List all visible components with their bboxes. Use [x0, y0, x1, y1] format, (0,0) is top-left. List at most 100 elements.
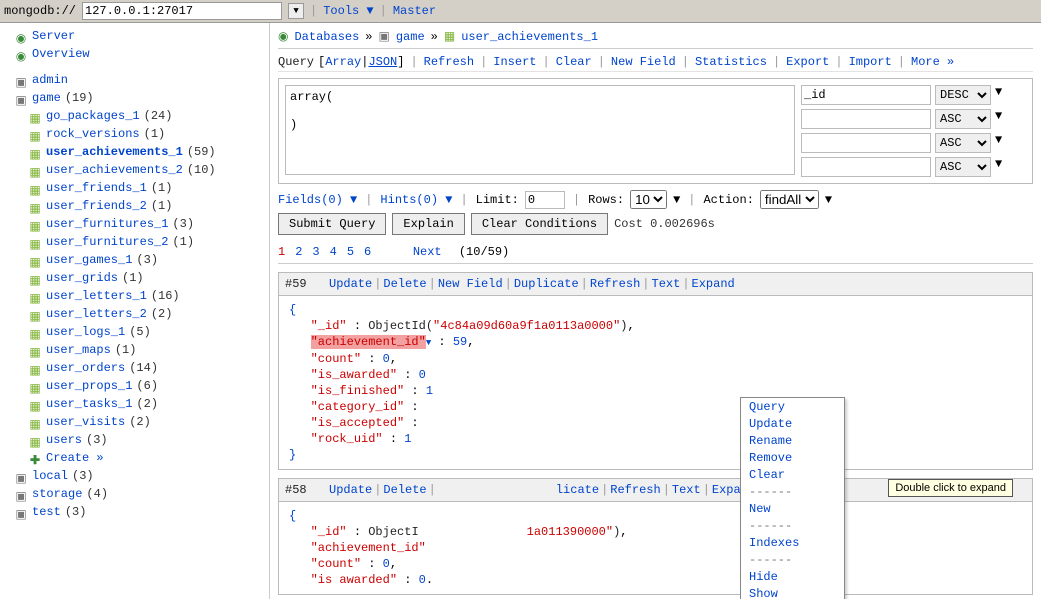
- page-link[interactable]: 6: [364, 245, 371, 259]
- tab-json[interactable]: JSON: [368, 55, 397, 69]
- db-link[interactable]: storage: [32, 485, 82, 503]
- doc-text[interactable]: Text: [672, 483, 701, 497]
- newfield-link[interactable]: New Field: [611, 55, 676, 69]
- overview-link[interactable]: Overview: [32, 45, 90, 63]
- refresh-link[interactable]: Refresh: [424, 55, 474, 69]
- db-admin[interactable]: admin: [32, 71, 68, 89]
- collection-link[interactable]: user_furnitures_1: [46, 215, 168, 233]
- document-body[interactable]: { "_id" : ObjectI1a011390000"), "achieve…: [279, 502, 1032, 594]
- collection-link[interactable]: go_packages_1: [46, 107, 140, 125]
- doc-delete[interactable]: Delete: [383, 277, 426, 291]
- sort-field-1[interactable]: [801, 109, 931, 129]
- page-link[interactable]: 2: [295, 245, 302, 259]
- insert-link[interactable]: Insert: [493, 55, 536, 69]
- collection-link[interactable]: user_games_1: [46, 251, 132, 269]
- conn-dropdown[interactable]: ▼: [288, 3, 304, 19]
- chevron-down-icon: ▼: [995, 157, 1002, 177]
- ctx-rename[interactable]: Rename: [741, 432, 844, 449]
- db-icon: ▣: [14, 74, 28, 86]
- chevron-down-icon: ▼: [995, 109, 1002, 129]
- collection-link[interactable]: user_letters_2: [46, 305, 147, 323]
- rows-select[interactable]: 10: [630, 190, 667, 209]
- sort-dir-2[interactable]: ASC: [935, 133, 991, 153]
- ctx-update[interactable]: Update: [741, 415, 844, 432]
- sort-dir-1[interactable]: ASC: [935, 109, 991, 129]
- submit-query-button[interactable]: Submit Query: [278, 213, 386, 235]
- plus-icon: ✚: [28, 452, 42, 464]
- collection-link[interactable]: user_achievements_2: [46, 161, 183, 179]
- page-link[interactable]: 5: [347, 245, 354, 259]
- limit-input[interactable]: [525, 191, 565, 209]
- master-link[interactable]: Master: [393, 4, 436, 18]
- collection-link[interactable]: user_visits: [46, 413, 125, 431]
- collection-link[interactable]: users: [46, 431, 82, 449]
- collection-link[interactable]: user_props_1: [46, 377, 132, 395]
- collection-link[interactable]: user_furnitures_2: [46, 233, 168, 251]
- doc-duplicate[interactable]: Duplicate: [514, 277, 579, 291]
- ctx-remove[interactable]: Remove: [741, 449, 844, 466]
- collection-icon: ▦: [28, 380, 42, 392]
- page-link[interactable]: 4: [330, 245, 337, 259]
- bc-collection[interactable]: user_achievements_1: [461, 30, 598, 44]
- collection-link[interactable]: user_logs_1: [46, 323, 125, 341]
- hints-toggle[interactable]: Hints(0) ▼: [380, 193, 452, 207]
- collection-link[interactable]: user_orders: [46, 359, 125, 377]
- conn-input[interactable]: [82, 2, 282, 20]
- tools-menu[interactable]: Tools ▼: [323, 4, 373, 18]
- db-link[interactable]: local: [32, 467, 68, 485]
- doc-expand[interactable]: Expand: [692, 277, 735, 291]
- collection-link[interactable]: user_letters_1: [46, 287, 147, 305]
- doc-text[interactable]: Text: [652, 277, 681, 291]
- doc-index: #58: [285, 483, 329, 497]
- collection-link[interactable]: user_achievements_1: [46, 143, 183, 161]
- page-link[interactable]: 3: [312, 245, 319, 259]
- collection-link[interactable]: user_grids: [46, 269, 118, 287]
- create-link[interactable]: Create »: [46, 449, 104, 467]
- fields-toggle[interactable]: Fields(0) ▼: [278, 193, 357, 207]
- field-achievement-id[interactable]: "achievement_id": [311, 335, 426, 349]
- sort-field-0[interactable]: [801, 85, 931, 105]
- action-select[interactable]: findAll: [760, 190, 819, 209]
- bc-databases[interactable]: Databases: [294, 30, 359, 44]
- next-page[interactable]: Next: [413, 245, 442, 259]
- sort-field-3[interactable]: [801, 157, 931, 177]
- doc-delete[interactable]: Delete: [383, 483, 426, 497]
- ctx-query[interactable]: Query: [741, 398, 844, 415]
- export-link[interactable]: Export: [786, 55, 829, 69]
- collection-link[interactable]: rock_versions: [46, 125, 140, 143]
- explain-button[interactable]: Explain: [392, 213, 464, 235]
- clear-conditions-button[interactable]: Clear Conditions: [471, 213, 608, 235]
- doc-refresh[interactable]: Refresh: [590, 277, 640, 291]
- doc-newfield[interactable]: New Field: [438, 277, 503, 291]
- statistics-link[interactable]: Statistics: [695, 55, 767, 69]
- collection-link[interactable]: user_friends_2: [46, 197, 147, 215]
- field-menu-trigger[interactable]: ▼: [426, 338, 431, 348]
- chevron-down-icon: ▼: [995, 85, 1002, 105]
- more-link[interactable]: More »: [911, 55, 954, 69]
- server-link[interactable]: Server: [32, 27, 75, 45]
- doc-update[interactable]: Update: [329, 277, 372, 291]
- collection-link[interactable]: user_friends_1: [46, 179, 147, 197]
- bc-db[interactable]: game: [396, 30, 425, 44]
- db-link[interactable]: test: [32, 503, 61, 521]
- sort-dir-0[interactable]: DESC: [935, 85, 991, 105]
- doc-refresh[interactable]: Refresh: [610, 483, 660, 497]
- collection-link[interactable]: user_maps: [46, 341, 111, 359]
- ctx-show[interactable]: Show: [741, 585, 844, 599]
- ctx-hide[interactable]: Hide: [741, 568, 844, 585]
- context-menu: Query Update Rename Remove Clear ------ …: [740, 397, 845, 599]
- sort-field-2[interactable]: [801, 133, 931, 153]
- query-input[interactable]: array( ): [285, 85, 795, 175]
- document-body[interactable]: { "_id" : ObjectId("4c84a09d60a9f1a0113a…: [279, 296, 1032, 469]
- clear-link[interactable]: Clear: [556, 55, 592, 69]
- tab-array[interactable]: Array: [325, 55, 361, 69]
- sort-dir-3[interactable]: ASC: [935, 157, 991, 177]
- import-link[interactable]: Import: [849, 55, 892, 69]
- ctx-clear[interactable]: Clear: [741, 466, 844, 483]
- ctx-indexes[interactable]: Indexes: [741, 534, 844, 551]
- doc-duplicate-partial[interactable]: licate: [556, 483, 599, 497]
- ctx-new[interactable]: New: [741, 500, 844, 517]
- db-game[interactable]: game: [32, 89, 61, 107]
- collection-link[interactable]: user_tasks_1: [46, 395, 132, 413]
- doc-update[interactable]: Update: [329, 483, 372, 497]
